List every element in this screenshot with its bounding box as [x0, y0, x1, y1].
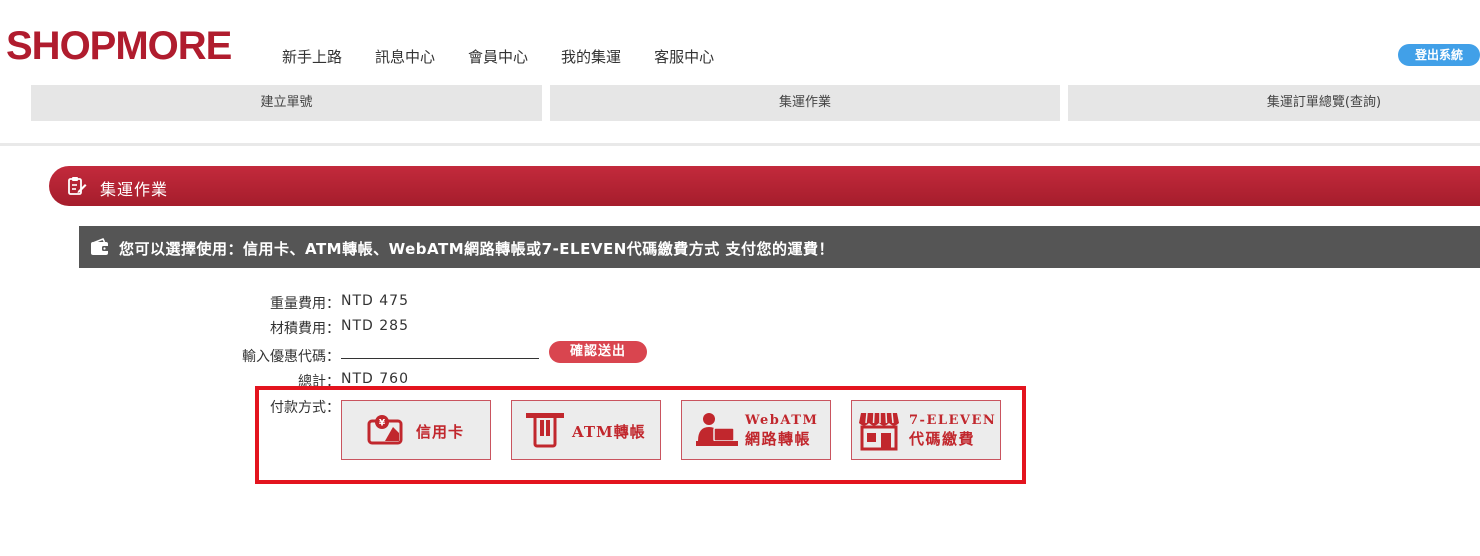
section-header: 集運作業	[49, 166, 1480, 206]
coupon-code-input[interactable]	[341, 344, 539, 359]
svg-text:¥: ¥	[379, 419, 386, 429]
seven-eleven-label-line1: 7-ELEVEN	[909, 413, 997, 428]
credit-card-payment-button[interactable]: ¥ 信用卡	[341, 400, 491, 460]
nav-customer-service[interactable]: 客服中心	[654, 46, 714, 67]
credit-card-label: 信用卡	[416, 423, 465, 441]
clipboard-edit-icon	[68, 177, 87, 195]
shopmore-logo[interactable]: SHOPMORE	[6, 26, 232, 66]
nav-message-center[interactable]: 訊息中心	[375, 46, 435, 67]
atm-transfer-payment-button[interactable]: ATM轉帳	[511, 400, 661, 460]
webatm-payment-button[interactable]: WebATM 網路轉帳	[681, 400, 831, 460]
webatm-label-line2: 網路轉帳	[745, 430, 812, 448]
atm-transfer-label: ATM轉帳	[572, 423, 646, 441]
wallet-icon	[91, 237, 109, 255]
credit-card-icon: ¥	[367, 415, 403, 445]
payment-info-banner: 您可以選擇使用：信用卡、ATM轉帳、WebATM網路轉帳或7-ELEVEN代碼繳…	[79, 226, 1480, 268]
logout-button[interactable]: 登出系統	[1398, 44, 1480, 66]
seven-eleven-label-line2: 代碼繳費	[909, 430, 976, 448]
atm-card-icon	[526, 413, 564, 448]
weight-fee-label: 重量費用：	[270, 296, 340, 312]
nav-beginner-guide[interactable]: 新手上路	[282, 46, 342, 67]
payment-method-label: 付款方式：	[270, 400, 340, 416]
top-navigation: 新手上路 訊息中心 會員中心 我的集運 客服中心	[282, 46, 747, 67]
section-title: 集運作業	[100, 180, 169, 199]
subnav-consolidation[interactable]: 集運作業	[550, 85, 1060, 121]
subnav-order-overview[interactable]: 集運訂單總覽(查詢)	[1068, 85, 1480, 121]
subnav-create-order[interactable]: 建立單號	[31, 85, 542, 121]
nav-member-center[interactable]: 會員中心	[468, 46, 528, 67]
convenience-store-icon	[859, 412, 899, 451]
volume-fee-value: NTD 285	[341, 318, 409, 334]
volume-fee-label: 材積費用：	[270, 321, 340, 337]
weight-fee-value: NTD 475	[341, 293, 409, 309]
nav-my-consolidation[interactable]: 我的集運	[561, 46, 621, 67]
webatm-label-line1: WebATM	[745, 413, 819, 428]
confirm-submit-button[interactable]: 確認送出	[549, 341, 647, 363]
seven-eleven-payment-button[interactable]: 7-ELEVEN 代碼繳費	[851, 400, 1001, 460]
total-value: NTD 760	[341, 371, 409, 387]
coupon-label: 輸入優惠代碼：	[242, 349, 340, 365]
payment-info-text: 您可以選擇使用：信用卡、ATM轉帳、WebATM網路轉帳或7-ELEVEN代碼繳…	[119, 240, 834, 258]
header-divider	[0, 143, 1480, 146]
webatm-computer-user-icon	[696, 413, 738, 446]
